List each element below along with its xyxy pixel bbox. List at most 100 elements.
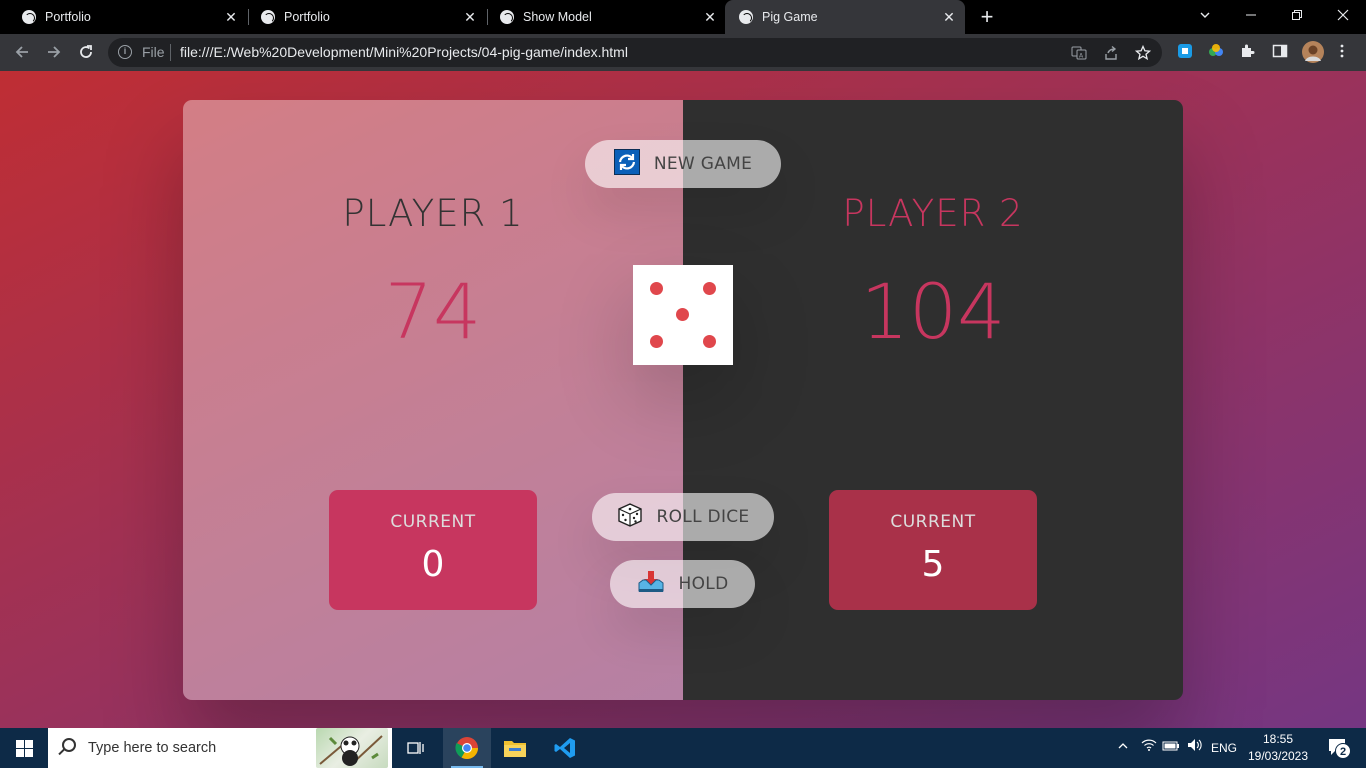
taskbar-file-explorer[interactable] [491, 728, 539, 768]
tab-pig-game[interactable]: Pig Game ✕ [725, 0, 965, 34]
windows-logo-icon [16, 740, 24, 748]
player-1-current-label: CURRENT [390, 512, 476, 532]
restore-icon [1292, 10, 1302, 20]
windows-logo-icon [25, 740, 33, 748]
taskbar-chrome[interactable] [443, 728, 491, 768]
info-icon[interactable]: i [118, 45, 132, 59]
wifi-icon [1141, 739, 1157, 751]
tab-title: Pig Game [762, 10, 818, 24]
browser-toolbar: i File file:///E:/Web%20Development/Mini… [0, 34, 1366, 71]
player-2-name: PLAYER 2 [842, 192, 1024, 235]
speaker-icon [1188, 739, 1202, 751]
dice [633, 265, 733, 365]
player-2-panel: PLAYER 2 104 CURRENT 5 [683, 100, 1183, 700]
extension-save-icon[interactable] [1176, 43, 1194, 61]
clock-date: 19/03/2023 [1247, 749, 1309, 763]
back-button[interactable] [10, 40, 34, 64]
search-highlight-image[interactable] [316, 728, 388, 768]
search-icon [62, 738, 76, 752]
task-view-icon [407, 742, 424, 754]
tab-portfolio-1[interactable]: Portfolio ✕ [0, 0, 247, 34]
windows-taskbar: Type here to search ENG 18:55 19/03/2023… [0, 728, 1366, 768]
tab-title: Portfolio [284, 10, 330, 24]
chrome-icon [455, 737, 478, 759]
arrow-right-icon [48, 46, 61, 58]
chevron-up-icon [1118, 743, 1128, 749]
tab-search-button[interactable] [1182, 0, 1228, 34]
battery-button[interactable] [1160, 728, 1182, 768]
windows-logo-icon [25, 749, 33, 757]
profile-avatar[interactable] [1302, 41, 1324, 63]
globe-icon [500, 10, 514, 24]
hold-label: HOLD [678, 574, 729, 594]
notification-center-button[interactable]: 2 [1318, 728, 1358, 768]
dice-pip [676, 308, 689, 321]
restore-button[interactable] [1274, 0, 1320, 34]
close-tab-icon[interactable]: ✕ [221, 9, 241, 26]
globe-icon [739, 10, 753, 24]
folder-icon [504, 741, 526, 757]
player-2-current-score: 5 [921, 544, 945, 585]
search-placeholder: Type here to search [88, 740, 217, 756]
dice-pip [703, 282, 716, 295]
tab-title: Portfolio [45, 10, 91, 24]
minimize-icon [1246, 14, 1256, 16]
player-2-score: 104 [860, 267, 1006, 356]
player-2-current-box: CURRENT 5 [829, 490, 1037, 610]
reload-icon [80, 45, 92, 58]
hold-button[interactable]: HOLD [610, 560, 755, 608]
clock[interactable]: 18:55 19/03/2023 [1246, 731, 1310, 765]
tab-show-model[interactable]: Show Model ✕ [478, 0, 726, 34]
dice-pip [703, 335, 716, 348]
roll-dice-button[interactable]: ROLL DICE [592, 493, 774, 541]
globe-icon [22, 10, 36, 24]
close-tab-icon[interactable]: ✕ [460, 9, 480, 26]
player-2-current-label: CURRENT [890, 512, 976, 532]
translate-icon[interactable]: A [1071, 45, 1087, 61]
player-1-name: PLAYER 1 [342, 192, 524, 235]
close-window-button[interactable] [1320, 0, 1366, 34]
close-tab-icon[interactable]: ✕ [700, 9, 720, 26]
tray-overflow-button[interactable] [1112, 728, 1134, 768]
battery-icon [1162, 741, 1179, 751]
taskbar-vscode[interactable] [541, 728, 589, 768]
reload-button[interactable] [74, 40, 98, 64]
minimize-button[interactable] [1228, 0, 1274, 34]
volume-button[interactable] [1184, 728, 1206, 768]
close-tab-icon[interactable]: ✕ [939, 9, 959, 26]
task-view-button[interactable] [392, 728, 440, 768]
pig-game-board: PLAYER 1 74 CURRENT 0 PLAYER 2 104 CURRE… [183, 100, 1183, 700]
new-game-label: NEW GAME [653, 154, 753, 174]
network-button[interactable] [1138, 728, 1160, 768]
side-panel-icon[interactable] [1271, 43, 1289, 61]
omnibox-separator [170, 44, 171, 61]
close-icon [1337, 9, 1349, 21]
new-tab-button[interactable]: + [977, 4, 997, 30]
player-1-current-score: 0 [421, 544, 445, 585]
player-1-current-box: CURRENT 0 [329, 490, 537, 610]
vscode-icon [554, 738, 575, 758]
language-indicator[interactable]: ENG [1206, 728, 1242, 768]
player-1-score: 74 [384, 267, 482, 356]
url-text[interactable]: file:///E:/Web%20Development/Mini%20Proj… [180, 44, 628, 60]
extension-color-icon[interactable] [1207, 43, 1225, 61]
extensions-puzzle-icon[interactable] [1239, 43, 1257, 61]
browser-tab-strip: Portfolio ✕ Portfolio ✕ Show Model ✕ Pig… [0, 0, 1366, 34]
kebab-menu-icon[interactable] [1333, 43, 1351, 61]
forward-button[interactable] [42, 40, 66, 64]
player-1-panel: PLAYER 1 74 CURRENT 0 [183, 100, 683, 700]
refresh-icon [613, 148, 640, 180]
dice-icon [617, 502, 643, 533]
taskbar-search-box[interactable]: Type here to search [48, 728, 392, 768]
notification-badge: 2 [1335, 743, 1351, 759]
windows-logo-icon [16, 749, 24, 757]
address-bar[interactable]: i File file:///E:/Web%20Development/Mini… [108, 38, 1162, 67]
arrow-left-icon [15, 46, 28, 58]
share-icon[interactable] [1103, 45, 1119, 61]
start-button[interactable] [0, 728, 48, 768]
tab-portfolio-2[interactable]: Portfolio ✕ [239, 0, 486, 34]
bookmark-star-icon[interactable] [1134, 44, 1152, 61]
scheme-label: File [142, 44, 165, 60]
new-game-button[interactable]: NEW GAME [585, 140, 781, 188]
inbox-tray-icon [637, 569, 665, 600]
